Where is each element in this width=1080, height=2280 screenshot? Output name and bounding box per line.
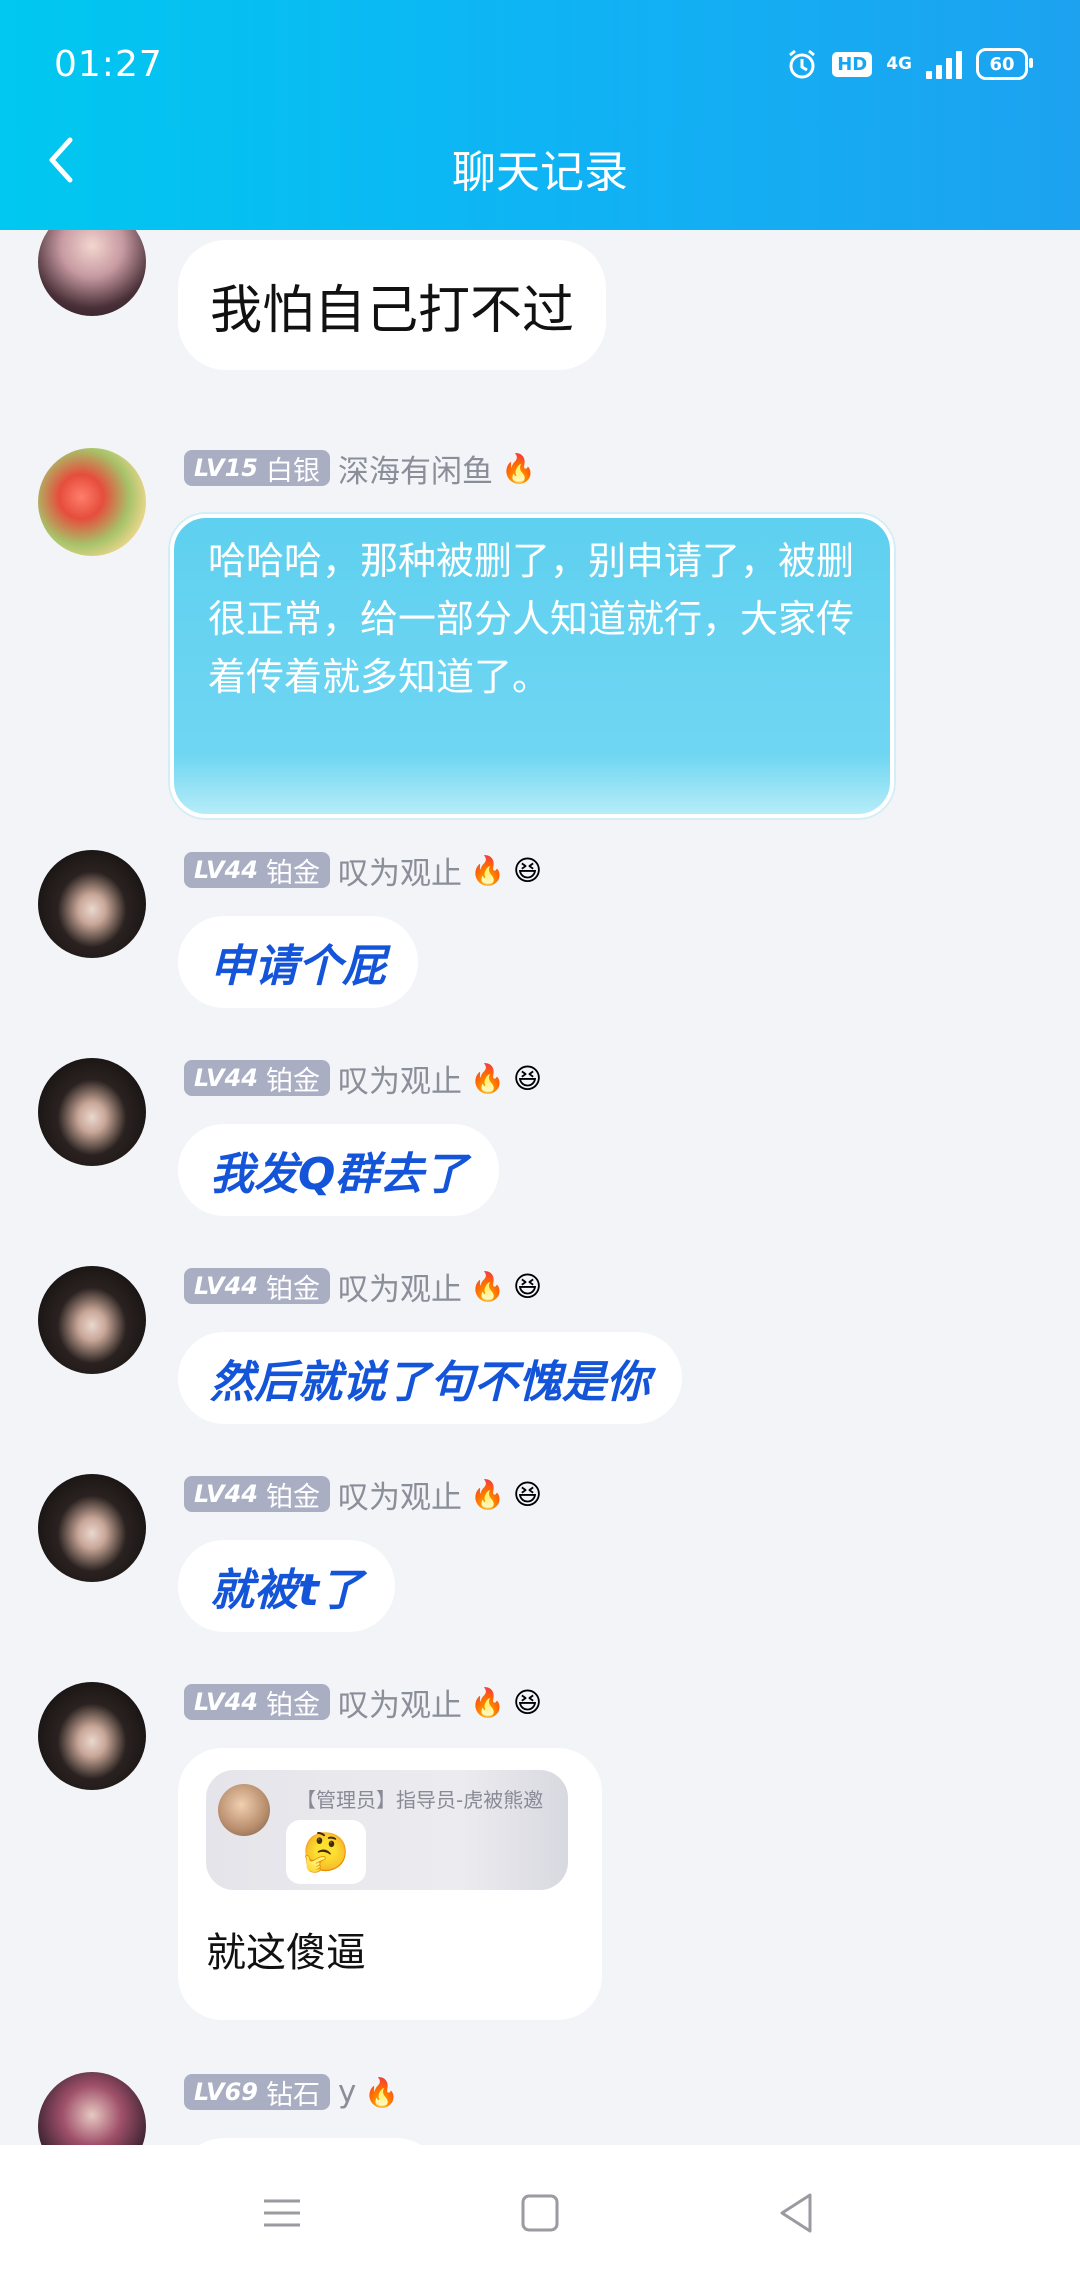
avatar[interactable] [38, 1266, 146, 1374]
thinking-face-icon: 🤔 [286, 1820, 366, 1884]
flower-face-icon: 😆 [512, 853, 543, 887]
username: 叹为观止 [337, 1271, 462, 1308]
chat-message: LV69 钻石 y 🔥 [0, 2072, 1080, 2145]
user-meta: LV44 铂金 叹为观止 🔥 😆 [184, 1058, 543, 1100]
level-number: LV15 [194, 454, 258, 482]
fire-icon: 🔥 [469, 1477, 505, 1511]
rank-label: 铂金 [265, 1689, 320, 1721]
chat-message: LV44 铂金 叹为观止 🔥 😆 然后就说了句不愧是你 [0, 1266, 1080, 1426]
rank-label: 铂金 [265, 1481, 320, 1513]
rank-label: 白银 [265, 455, 320, 487]
flower-face-icon: 😆 [512, 1685, 543, 1719]
fire-icon: 🔥 [469, 1685, 505, 1719]
flower-face-icon: 😆 [512, 1061, 543, 1095]
user-meta: LV44 铂金 叹为观止 🔥 😆 [184, 1682, 543, 1724]
fire-icon: 🔥 [364, 2075, 400, 2109]
username: 叹为观止 [337, 1687, 462, 1724]
message-bubble[interactable]: 然后就说了句不愧是你 [178, 1332, 682, 1424]
level-badge: LV44 铂金 [184, 1476, 330, 1513]
message-bubble[interactable]: 就被t了 [178, 1540, 396, 1632]
username: y [337, 2074, 357, 2110]
level-number: LV44 [194, 1688, 258, 1716]
message-text: 就被t了 [210, 1565, 364, 1616]
back-triangle-icon[interactable] [768, 2185, 824, 2241]
avatar[interactable] [38, 2072, 146, 2145]
user-meta: LV69 钻石 y 🔥 [184, 2072, 399, 2112]
level-badge: LV44 铂金 [184, 1268, 330, 1305]
level-number: LV69 [194, 2078, 258, 2106]
user-meta: LV44 铂金 叹为观止 🔥 😆 [184, 1474, 543, 1516]
user-meta: LV15 白银 深海有闲鱼 🔥 [184, 448, 536, 490]
battery-icon: 60 [976, 48, 1033, 80]
message-text: 我发Q群去了 [210, 1149, 468, 1200]
username: 叹为观止 [337, 1479, 462, 1516]
network-type: 4G [886, 54, 912, 74]
page-title: 聊天记录 [452, 147, 628, 198]
system-nav-bar [0, 2145, 1080, 2280]
rank-label: 铂金 [265, 1065, 320, 1097]
chat-message: LV44 铂金 叹为观止 🔥 😆 【管理员】指导员-虎被熊邀 🤔 就这傻逼 [0, 1682, 1080, 2042]
message-bubble[interactable]: 哈哈哈，那种被删了，别申请了，被删很正常，给一部分人知道就行，大家传着传着就多知… [170, 514, 894, 818]
avatar[interactable] [38, 850, 146, 958]
level-number: LV44 [194, 1064, 258, 1092]
battery-level: 60 [989, 53, 1015, 75]
user-meta: LV44 铂金 叹为观止 🔥 😆 [184, 850, 543, 892]
chat-message: LV44 铂金 叹为观止 🔥 😆 就被t了 [0, 1474, 1080, 1634]
rank-label: 铂金 [265, 857, 320, 889]
level-number: LV44 [194, 856, 258, 884]
alarm-icon [789, 49, 816, 79]
chat-history[interactable]: 我怕自己打不过 LV15 白银 深海有闲鱼 🔥 哈哈哈，那种被删了，别申请了，被删… [0, 230, 1080, 2145]
chat-message: 我怕自己打不过 [0, 230, 1080, 370]
level-badge: LV15 白银 [184, 450, 330, 487]
status-time: 01:27 [54, 44, 163, 85]
quote-sender: 【管理员】指导员-虎被熊邀 [296, 1788, 544, 1812]
fire-icon: 🔥 [469, 853, 505, 887]
username: 深海有闲鱼 [337, 453, 493, 490]
message-bubble[interactable]: 我怕自己打不过 [178, 240, 607, 370]
message-bubble[interactable]: 我发Q群去了 [178, 1124, 500, 1216]
chat-message: LV44 铂金 叹为观止 🔥 😆 我发Q群去了 [0, 1058, 1080, 1218]
flower-face-icon: 😆 [512, 1269, 543, 1303]
hd-badge: HD [832, 51, 873, 77]
message-text: 就这傻逼 [206, 1930, 366, 1976]
fire-icon: 🔥 [469, 1269, 505, 1303]
level-badge: LV44 铂金 [184, 1684, 330, 1721]
message-text: 申请个屁 [210, 941, 386, 992]
message-text: 哈哈哈，那种被删了，别申请了，被删很正常，给一部分人知道就行，大家传着传着就多知… [208, 539, 855, 699]
message-bubble[interactable]: 【管理员】指导员-虎被熊邀 🤔 就这傻逼 [178, 1748, 602, 2020]
avatar[interactable] [38, 1682, 146, 1790]
level-badge: LV44 铂金 [184, 852, 330, 889]
avatar[interactable] [38, 1058, 146, 1166]
message-text: 我怕自己打不过 [210, 280, 575, 341]
fire-icon: 🔥 [500, 451, 536, 485]
rank-label: 铂金 [265, 1273, 320, 1305]
avatar[interactable] [38, 448, 146, 556]
status-icons: HD 4G 60 [786, 48, 1033, 80]
menu-icon[interactable] [254, 2185, 310, 2241]
chat-message: LV44 铂金 叹为观止 🔥 😆 申请个屁 [0, 850, 1080, 1010]
avatar[interactable] [38, 230, 146, 316]
user-meta: LV44 铂金 叹为观止 🔥 😆 [184, 1266, 543, 1308]
message-bubble[interactable] [178, 2138, 442, 2145]
message-text: 然后就说了句不愧是你 [210, 1357, 650, 1408]
app-header: 01:27 HD 4G 60 聊天记录 [0, 0, 1080, 230]
level-badge: LV44 铂金 [184, 1060, 330, 1097]
avatar[interactable] [38, 1474, 146, 1582]
fire-icon: 🔥 [469, 1061, 505, 1095]
signal-icon [926, 49, 962, 79]
level-number: LV44 [194, 1480, 258, 1508]
username: 叹为观止 [337, 855, 462, 892]
level-badge: LV69 钻石 [184, 2074, 330, 2111]
chat-message: LV15 白银 深海有闲鱼 🔥 哈哈哈，那种被删了，别申请了，被删很正常，给一部分… [0, 448, 1080, 828]
quoted-message[interactable]: 【管理员】指导员-虎被熊邀 🤔 [206, 1770, 568, 1890]
home-square-icon[interactable] [512, 2185, 568, 2241]
level-number: LV44 [194, 1272, 258, 1300]
username: 叹为观止 [337, 1063, 462, 1100]
flower-face-icon: 😆 [512, 1477, 543, 1511]
rank-label: 钻石 [265, 2079, 320, 2111]
quote-avatar [218, 1784, 270, 1836]
message-bubble[interactable]: 申请个屁 [178, 916, 418, 1008]
